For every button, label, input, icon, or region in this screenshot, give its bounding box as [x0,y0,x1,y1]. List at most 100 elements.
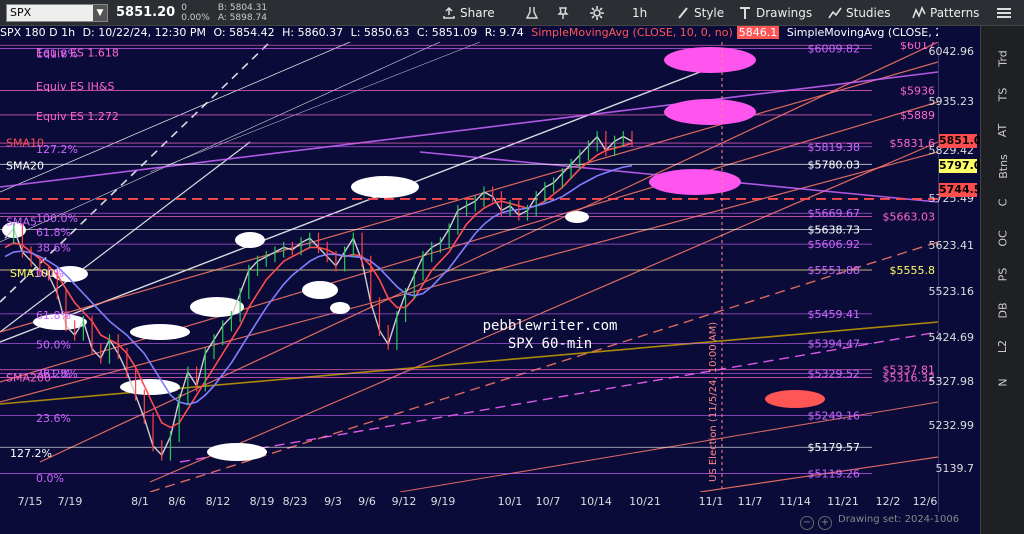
side-button-label: N [996,378,1010,387]
side-button-label: PS [996,267,1010,282]
settings-button[interactable] [590,0,608,26]
level-label-right: $5669.67 [808,207,861,220]
y-tick-label: 5327.98 [928,375,975,389]
level-label-right: $5179.57 [808,441,861,454]
bid-value: B: 5804.31 [217,2,268,13]
side-button-ps[interactable]: PS [981,267,1024,282]
x-tick-label: 8/6 [168,495,186,508]
level-label-left: SMA20 [6,160,44,173]
price-axis-badge: 5797.03 [939,158,990,173]
price-chart[interactable]: US Election (11/5/24, 10:00 AM) pebblewri… [0,42,938,492]
x-tick-label: 10/1 [497,495,523,508]
side-button-label: AT [996,123,1010,138]
patterns-button[interactable]: Patterns [912,0,979,26]
x-tick-label: 7/15 [17,495,43,508]
level-label-left: 127.2% [10,447,52,460]
info-bar: SPX 180 D 1h D: 10/22/24, 12:30 PM O: 58… [0,26,938,42]
level-label-left: 38.2% [36,367,71,380]
side-button-db[interactable]: DB [981,302,1024,318]
style-icon [678,7,688,19]
election-label: US Election (11/5/24, 10:00 AM) [708,322,719,482]
level-label-right: $5819.38 [808,141,861,154]
x-tick-label: 10/7 [535,495,561,508]
target-ellipse [649,169,741,195]
info-sma10-value: 5846.1 [736,26,780,39]
x-tick-label: 9/3 [324,495,342,508]
level-label-right: $5119.26 [808,468,861,481]
target-ellipse [765,390,825,408]
last-price: 5851.20 [116,5,176,20]
target-ellipse [664,99,756,125]
info-open: O: 5854.42 [213,26,275,39]
gear-icon [590,6,604,20]
price-axis[interactable]: 6042.96 5935.23 5829.42 5725.49 5623.41 5523.… [929,42,990,512]
watermark-line2: SPX 60-min [508,336,592,352]
chevron-down-icon[interactable]: ▼ [93,4,107,21]
side-button-trd[interactable]: Trd [981,50,1024,66]
studies-icon [828,7,842,19]
info-range: R: 9.74 [484,26,524,39]
side-button-c[interactable]: C [981,196,1024,209]
x-tick-label: 11/21 [827,495,859,508]
level-label-right: $6009.82 [808,42,861,55]
side-panel: Trd TS AT Btns C OC PS DB L2 N [980,26,1024,534]
x-tick-label: 10/14 [580,495,612,508]
bid-ask: B: 5804.31 A: 5898.74 [218,3,267,23]
side-button-n[interactable]: N [981,376,1024,389]
timeframe-label: 1h [632,6,648,20]
side-button-ts[interactable]: TS [981,87,1024,102]
menu-button[interactable] [996,0,1016,26]
studies-button[interactable]: Studies [828,0,891,26]
y-tick-label: 5935.23 [928,94,975,108]
trend-line [0,71,938,188]
timeframe-button[interactable]: 1h [632,0,647,26]
target-ellipse [130,324,190,340]
target-ellipse [302,281,338,299]
side-button-btns[interactable]: Btns [981,154,1024,179]
share-button[interactable]: Share [442,0,495,26]
style-label: Style [694,6,725,20]
level-label-left: 161.8% [36,48,78,61]
x-tick-label: 11/1 [698,495,724,508]
level-label-right: $5606.92 [808,238,861,251]
info-high: H: 5860.37 [282,26,344,39]
level-label-left: 61.8% [36,309,71,322]
symbol-input[interactable]: SPX ▼ [6,3,108,22]
patterns-label: Patterns [930,6,980,20]
y-tick-label: 5623.41 [928,238,975,252]
change-percent: 0.00% [181,12,210,23]
side-button-oc[interactable]: OC [981,230,1024,247]
target-ellipse [120,379,180,395]
info-symbol: SPX 180 D 1h [0,26,76,39]
trend-line [0,151,938,403]
drawing-set-label: Drawing set: 2024-1006 [838,514,960,525]
style-button[interactable]: Style [676,0,724,26]
x-tick-label: 11/7 [737,495,763,508]
x-tick-label: 8/12 [205,495,231,508]
x-tick-label: 8/19 [249,495,275,508]
target-ellipse [664,47,756,73]
zoom-out-button[interactable]: − [800,516,814,530]
x-tick-label: 12/2 [875,495,901,508]
level-label-left: 23.6% [36,412,71,425]
side-button-label: TS [996,87,1010,102]
pin-button[interactable] [556,0,574,26]
drawings-button[interactable]: Drawings [738,0,812,26]
flask-button[interactable] [525,0,543,26]
pin-icon [557,7,569,19]
level-label-left: 61.8% [36,226,71,239]
zoom-in-button[interactable]: + [818,516,832,530]
level-label-right: $5638.73 [808,223,861,236]
level-label-right: $5780.03 [808,158,861,171]
side-button-l2[interactable]: L2 [981,340,1024,353]
time-axis[interactable]: 7/15 7/19 8/1 8/6 8/12 8/19 8/23 9/3 9/6 9/12 9/19… [0,492,938,512]
text-tool-icon [740,7,750,19]
target-ellipse [351,176,419,198]
side-button-at[interactable]: AT [981,124,1024,137]
trend-line [0,61,938,333]
level-label-right: $5249.16 [808,409,861,422]
y-tick-label: 6042.96 [928,45,975,59]
level-label-left: SMA5 [6,216,37,229]
side-button-label: OC [996,230,1010,247]
x-tick-label: 12/6 [912,495,938,508]
